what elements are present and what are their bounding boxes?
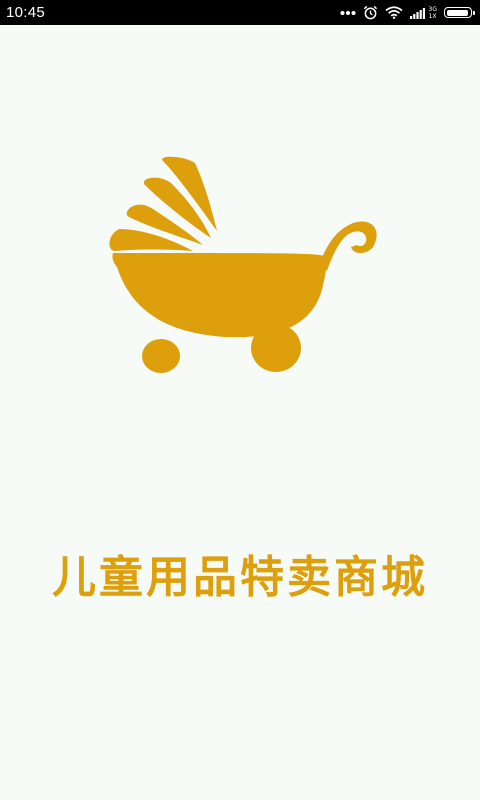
- battery-icon: [444, 7, 475, 18]
- wifi-icon: [384, 6, 403, 19]
- baby-stroller-icon: [109, 156, 377, 373]
- signal-icon: [409, 7, 425, 19]
- status-time: 10:45: [6, 4, 46, 21]
- battery-fill: [446, 9, 469, 16]
- network-type-bottom: 1X: [428, 12, 437, 20]
- status-bar: 10:45 3G 1X: [0, 0, 480, 25]
- app-title: 儿童用品特卖商城: [52, 552, 428, 603]
- status-icons: 3G 1X: [340, 5, 475, 20]
- network-type-top: 3G: [428, 5, 437, 13]
- network-type: 3G 1X: [429, 6, 437, 20]
- alarm-icon: [363, 5, 377, 20]
- more-dots-icon: [340, 10, 356, 15]
- splash-screen[interactable]: 儿童用品特卖商城: [0, 25, 480, 800]
